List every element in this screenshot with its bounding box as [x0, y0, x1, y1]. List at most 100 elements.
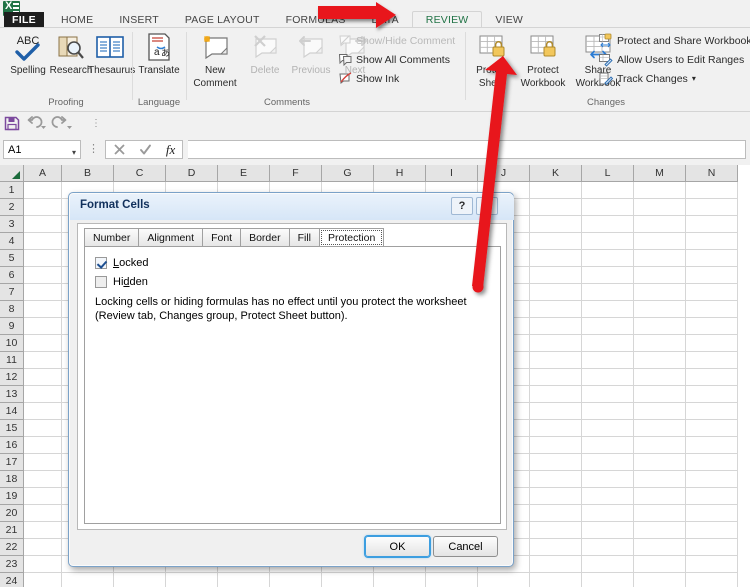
cell-N21[interactable] — [686, 522, 738, 539]
cell-N8[interactable] — [686, 301, 738, 318]
cell-M6[interactable] — [634, 267, 686, 284]
cell-M18[interactable] — [634, 471, 686, 488]
cell-M23[interactable] — [634, 556, 686, 573]
cell-N11[interactable] — [686, 352, 738, 369]
cell-L10[interactable] — [582, 335, 634, 352]
tab-review[interactable]: REVIEW — [411, 11, 483, 28]
cell-L16[interactable] — [582, 437, 634, 454]
undo-icon[interactable] — [26, 116, 46, 131]
cell-K24[interactable] — [530, 573, 582, 587]
new-comment-button[interactable]: New Comment — [187, 31, 243, 89]
cell-K17[interactable] — [530, 454, 582, 471]
cell-M5[interactable] — [634, 250, 686, 267]
cell-A17[interactable] — [24, 454, 62, 471]
cell-A18[interactable] — [24, 471, 62, 488]
cell-A4[interactable] — [24, 233, 62, 250]
column-header-b[interactable]: B — [62, 165, 114, 182]
cell-M16[interactable] — [634, 437, 686, 454]
cell-N3[interactable] — [686, 216, 738, 233]
delete-comment-button[interactable]: Delete — [244, 31, 286, 76]
cell-L14[interactable] — [582, 403, 634, 420]
column-header-a[interactable]: A — [24, 165, 62, 182]
locked-checkbox[interactable] — [95, 257, 107, 269]
cell-L23[interactable] — [582, 556, 634, 573]
cell-L22[interactable] — [582, 539, 634, 556]
cell-L12[interactable] — [582, 369, 634, 386]
column-header-c[interactable]: C — [114, 165, 166, 182]
cell-M22[interactable] — [634, 539, 686, 556]
row-header-3[interactable]: 3 — [0, 216, 24, 233]
name-box-chevron-down-icon[interactable]: ▾ — [72, 148, 76, 157]
row-header-23[interactable]: 23 — [0, 556, 24, 573]
cell-L5[interactable] — [582, 250, 634, 267]
cell-K12[interactable] — [530, 369, 582, 386]
cell-K1[interactable] — [530, 182, 582, 199]
dialog-tab-fill[interactable]: Fill — [288, 228, 321, 247]
column-header-h[interactable]: H — [374, 165, 426, 182]
locked-checkbox-row[interactable]: Locked — [95, 257, 148, 269]
track-changes-button[interactable]: Track Changes ▾ — [599, 70, 696, 87]
cancel-button[interactable]: Cancel — [433, 536, 498, 557]
protect-and-share-workbook-button[interactable]: Protect and Share Workbook — [599, 32, 750, 49]
cell-L19[interactable] — [582, 488, 634, 505]
redo-icon[interactable] — [51, 116, 72, 131]
row-header-21[interactable]: 21 — [0, 522, 24, 539]
cell-L8[interactable] — [582, 301, 634, 318]
close-button[interactable]: ✕ — [476, 197, 498, 215]
cell-L17[interactable] — [582, 454, 634, 471]
cell-N5[interactable] — [686, 250, 738, 267]
cell-M14[interactable] — [634, 403, 686, 420]
row-header-13[interactable]: 13 — [0, 386, 24, 403]
cell-K13[interactable] — [530, 386, 582, 403]
row-header-4[interactable]: 4 — [0, 233, 24, 250]
column-header-j[interactable]: J — [478, 165, 530, 182]
cell-J24[interactable] — [478, 573, 530, 587]
cell-A3[interactable] — [24, 216, 62, 233]
ok-button[interactable]: OK — [365, 536, 430, 557]
cell-L9[interactable] — [582, 318, 634, 335]
cell-K8[interactable] — [530, 301, 582, 318]
cell-K16[interactable] — [530, 437, 582, 454]
cell-K18[interactable] — [530, 471, 582, 488]
hidden-checkbox-row[interactable]: Hidden — [95, 276, 148, 288]
cell-A13[interactable] — [24, 386, 62, 403]
cell-K6[interactable] — [530, 267, 582, 284]
cell-A16[interactable] — [24, 437, 62, 454]
protect-workbook-button[interactable]: Protect Workbook — [514, 31, 572, 89]
dialog-tab-font[interactable]: Font — [202, 228, 242, 247]
cell-M15[interactable] — [634, 420, 686, 437]
cell-K4[interactable] — [530, 233, 582, 250]
cell-K3[interactable] — [530, 216, 582, 233]
cell-M12[interactable] — [634, 369, 686, 386]
cell-N15[interactable] — [686, 420, 738, 437]
cell-N4[interactable] — [686, 233, 738, 250]
cell-A8[interactable] — [24, 301, 62, 318]
cell-L21[interactable] — [582, 522, 634, 539]
dialog-title-bar[interactable]: Format Cells ? ✕ — [70, 194, 514, 220]
dialog-tab-border[interactable]: Border — [240, 228, 290, 247]
translate-button[interactable]: a あ Translate — [133, 31, 185, 76]
cell-A2[interactable] — [24, 199, 62, 216]
row-header-17[interactable]: 17 — [0, 454, 24, 471]
cell-L24[interactable] — [582, 573, 634, 587]
row-header-20[interactable]: 20 — [0, 505, 24, 522]
cell-A23[interactable] — [24, 556, 62, 573]
cell-L4[interactable] — [582, 233, 634, 250]
cell-A20[interactable] — [24, 505, 62, 522]
cell-N22[interactable] — [686, 539, 738, 556]
cell-K19[interactable] — [530, 488, 582, 505]
tab-data[interactable]: DATA — [359, 12, 412, 28]
select-all-corner-icon[interactable] — [0, 165, 24, 182]
cell-K5[interactable] — [530, 250, 582, 267]
cell-A12[interactable] — [24, 369, 62, 386]
save-icon[interactable] — [4, 116, 20, 131]
cell-N17[interactable] — [686, 454, 738, 471]
cell-B24[interactable] — [62, 573, 114, 587]
cell-K21[interactable] — [530, 522, 582, 539]
row-header-15[interactable]: 15 — [0, 420, 24, 437]
cell-A19[interactable] — [24, 488, 62, 505]
hidden-checkbox[interactable] — [95, 276, 107, 288]
row-header-10[interactable]: 10 — [0, 335, 24, 352]
cell-F24[interactable] — [270, 573, 322, 587]
row-header-18[interactable]: 18 — [0, 471, 24, 488]
